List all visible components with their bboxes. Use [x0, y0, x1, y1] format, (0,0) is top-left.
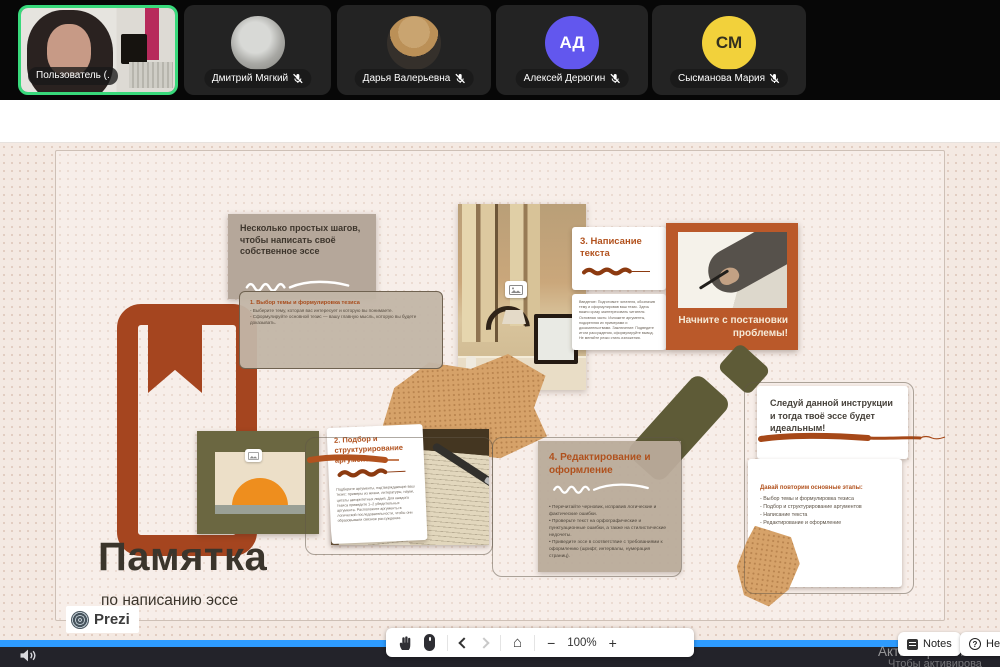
- prezi-logo-text: Prezi: [94, 611, 130, 628]
- orange-photo-card[interactable]: Начните с постановки проблемы!: [666, 223, 798, 350]
- divider: [447, 635, 448, 651]
- intro-card-text: Несколько простых шагов, чтобы написать …: [240, 223, 364, 258]
- image-icon: [248, 452, 259, 460]
- intro-card[interactable]: Несколько простых шагов, чтобы написать …: [228, 214, 376, 299]
- participant-tile[interactable]: Дарья Валерьевна: [337, 5, 491, 95]
- help-label: Help: [986, 638, 1000, 650]
- image-placeholder-badge: [245, 449, 262, 462]
- notes-icon: [907, 639, 918, 650]
- mic-off-icon: [292, 73, 303, 84]
- participant-name: Дмитрий Мягкий: [212, 74, 288, 84]
- divider: [500, 635, 501, 651]
- step3-body: Введение: Подготовьте читателя, обозначи…: [579, 300, 659, 341]
- zoom-out-button[interactable]: −: [547, 636, 555, 650]
- presentation-canvas[interactable]: Несколько простых шагов, чтобы написать …: [0, 143, 1000, 640]
- canvas-navigation-bar: ⌂ − 100% +: [386, 628, 694, 657]
- slide-title[interactable]: Памятка: [98, 535, 267, 580]
- participant-name-label: Сысманова Мария: [670, 69, 788, 88]
- avatar: [231, 16, 285, 70]
- writing-arm: [700, 232, 787, 301]
- step1-heading: 1. Выбор темы и формулировка тезиса: [250, 300, 432, 306]
- participant-tile[interactable]: АД Алексей Дерюгин: [496, 5, 648, 95]
- speaker-icon[interactable]: [18, 648, 38, 663]
- mouse-mode-icon[interactable]: [424, 634, 435, 651]
- video-participants-strip: Пользователь (. Дмитрий Мягкий Дарья Вал…: [0, 0, 1000, 100]
- participant-name: Дарья Валерьевна: [363, 74, 451, 84]
- image-placeholder-badge: [505, 281, 527, 298]
- mic-off-icon: [454, 73, 465, 84]
- avatar-initials-text: СМ: [716, 33, 742, 53]
- topic-outline[interactable]: [744, 382, 914, 594]
- avatar-initials: АД: [545, 16, 599, 70]
- topic-outline[interactable]: [492, 437, 682, 577]
- notes-button[interactable]: Notes: [898, 632, 961, 656]
- room-pink-wall: [145, 8, 159, 60]
- divider: [534, 635, 535, 651]
- step1-body: - Выберите тему, которая вас интересует …: [250, 308, 432, 327]
- participant-name-label: Дарья Валерьевна: [355, 69, 474, 88]
- step3-body-card[interactable]: Введение: Подготовьте читателя, обозначи…: [572, 294, 666, 350]
- participant-name-label: Алексей Дерюгин: [516, 69, 629, 88]
- lamp-shade: [502, 310, 526, 324]
- ground-strip: [215, 505, 305, 514]
- orange-brush-underline: [580, 266, 654, 277]
- help-button[interactable]: ? Help: [960, 632, 1000, 656]
- room-monitor: [121, 34, 147, 64]
- participant-tile-self[interactable]: Пользователь (.: [18, 5, 178, 95]
- home-button[interactable]: ⌂: [513, 635, 522, 650]
- notes-label: Notes: [923, 638, 952, 650]
- participant-name-label: Пользователь (.: [28, 67, 118, 85]
- prezi-logo: Prezi: [66, 606, 139, 633]
- sun-shape: [232, 478, 288, 506]
- olive-image-card[interactable]: [197, 431, 319, 534]
- avatar: [387, 16, 441, 70]
- image-icon: [509, 285, 523, 295]
- pan-hand-icon[interactable]: [398, 635, 412, 651]
- prezi-logo-icon: [71, 611, 89, 629]
- participant-name: Сысманова Мария: [678, 74, 765, 84]
- windows-activation-watermark: Чтобы активирова: [888, 658, 982, 667]
- editor-toolbar: Public ↶ ↷ ☁ Style T Text Media: [0, 100, 1000, 143]
- avatar-initials: СМ: [702, 16, 756, 70]
- question-icon: ?: [969, 638, 981, 650]
- participant-name: Алексей Дерюгин: [524, 74, 606, 84]
- mic-off-icon: [769, 73, 780, 84]
- avatar-initials-text: АД: [559, 33, 584, 53]
- participant-tile[interactable]: СМ Сысманова Мария: [652, 5, 806, 95]
- participant-name: Пользователь (.: [36, 71, 110, 81]
- step3-heading: 3. Написание текста: [580, 236, 658, 260]
- step3-heading-card[interactable]: 3. Написание текста: [572, 227, 666, 290]
- participant-name-label: Дмитрий Мягкий: [204, 69, 311, 88]
- previous-button[interactable]: [458, 637, 469, 648]
- orange-card-text: Начните с постановки проблемы!: [676, 314, 788, 340]
- step1-card[interactable]: 1. Выбор темы и формулировка тезиса - Вы…: [239, 291, 443, 369]
- zoom-level: 100%: [567, 637, 596, 649]
- topic-outline[interactable]: [305, 437, 493, 555]
- monitor-screen: [538, 318, 574, 360]
- room-radiator: [129, 62, 173, 88]
- next-button[interactable]: [478, 637, 489, 648]
- app-window: Пользователь (. Дмитрий Мягкий Дарья Вал…: [0, 0, 1000, 667]
- participant-tile[interactable]: Дмитрий Мягкий: [184, 5, 331, 95]
- zoom-in-button[interactable]: +: [609, 636, 617, 650]
- mic-off-icon: [609, 73, 620, 84]
- handwriting-photo: [678, 232, 787, 308]
